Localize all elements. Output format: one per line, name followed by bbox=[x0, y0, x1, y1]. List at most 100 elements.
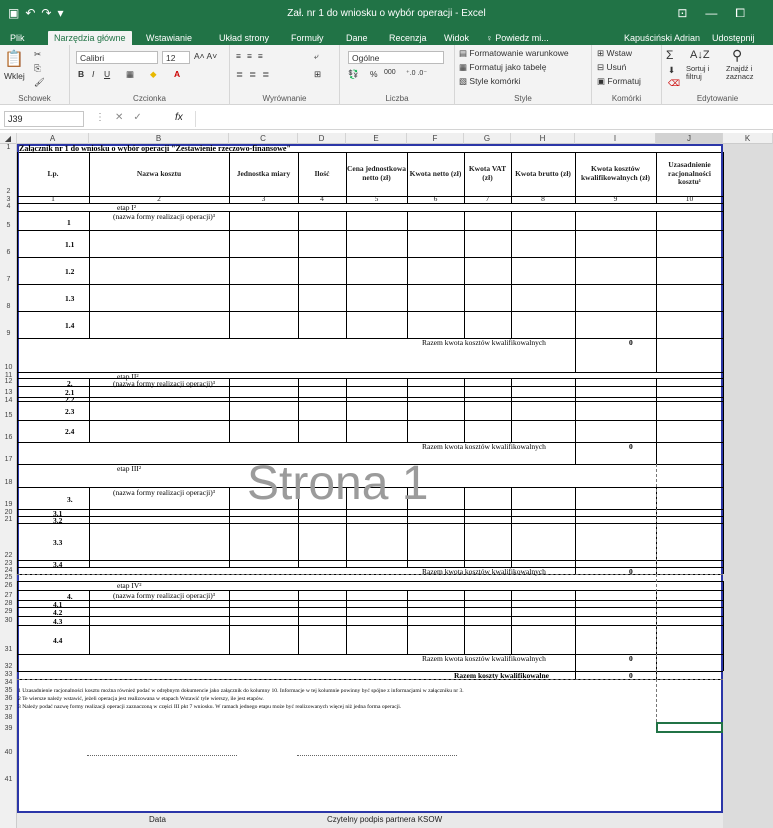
number-format-select[interactable]: Ogólne bbox=[348, 51, 444, 64]
row-header[interactable]: 25 bbox=[0, 574, 17, 581]
column-header-c[interactable]: C bbox=[229, 133, 298, 144]
autosum-icon[interactable]: Σ bbox=[666, 48, 673, 62]
row-header[interactable]: 33 bbox=[0, 671, 17, 678]
currency-icon[interactable]: 💱 bbox=[348, 69, 359, 80]
fx-icon[interactable]: fx bbox=[175, 112, 183, 123]
underline-button[interactable]: U bbox=[104, 69, 110, 79]
row-header[interactable]: 5 bbox=[0, 222, 17, 229]
row-header[interactable]: 1 bbox=[0, 144, 17, 151]
row-header[interactable]: 37 bbox=[0, 705, 17, 712]
copy-icon[interactable]: ⎘ bbox=[34, 63, 41, 74]
fill-color-icon[interactable]: ◆ bbox=[150, 69, 157, 80]
tab-review[interactable]: Recenzja bbox=[383, 31, 433, 45]
wrap-text-icon[interactable]: ⤶ bbox=[314, 51, 319, 62]
row-header[interactable]: 29 bbox=[0, 608, 17, 615]
formula-input[interactable] bbox=[195, 111, 769, 127]
column-header-k[interactable]: K bbox=[723, 133, 773, 144]
grow-font-icon[interactable]: A˄ A˅ bbox=[194, 51, 217, 61]
row-header[interactable]: 40 bbox=[0, 749, 17, 756]
horizontal-align-icons[interactable]: ≣≣≣ bbox=[236, 69, 275, 80]
row-header[interactable]: 14 bbox=[0, 397, 17, 404]
font-color-icon[interactable]: A bbox=[174, 69, 180, 79]
thousands-button[interactable]: 000 bbox=[384, 69, 396, 76]
row-header[interactable]: 23 bbox=[0, 560, 17, 567]
column-header-j[interactable]: J bbox=[656, 133, 723, 144]
merge-icon[interactable]: ⊞ bbox=[314, 69, 321, 80]
row-header[interactable]: 13 bbox=[0, 389, 17, 396]
share-button[interactable]: Udostępnij bbox=[706, 31, 761, 45]
font-name-select[interactable]: Calibri bbox=[76, 51, 158, 64]
column-header-f[interactable]: F bbox=[407, 133, 464, 144]
formula-buttons[interactable]: ⋮✕✓ bbox=[95, 112, 152, 123]
row-header[interactable]: 3 bbox=[0, 196, 17, 203]
select-all-corner[interactable]: ◢ bbox=[0, 133, 17, 144]
row-header[interactable]: 22 bbox=[0, 552, 17, 559]
tab-file[interactable]: Plik bbox=[4, 31, 31, 45]
decimal-icons[interactable]: ⁺.0 .0⁻ bbox=[406, 69, 427, 77]
row-header[interactable]: 24 bbox=[0, 567, 17, 574]
format-table-button[interactable]: ▦ Formatuj jako tabelę bbox=[459, 62, 546, 73]
format-cells-button[interactable]: ▣ Formatuj bbox=[597, 76, 641, 87]
column-header-a[interactable]: A bbox=[17, 133, 89, 144]
clear-icon[interactable]: ⌫ bbox=[668, 78, 680, 89]
paste-icon[interactable]: 📋 bbox=[4, 49, 24, 69]
user-name[interactable]: Kapuściński Adrian bbox=[618, 31, 706, 45]
tab-formulas[interactable]: Formuły bbox=[285, 31, 330, 45]
row-header[interactable]: 4 bbox=[0, 203, 17, 210]
delete-cells-button[interactable]: ⊟ Usuń bbox=[597, 62, 626, 73]
column-header-g[interactable]: G bbox=[464, 133, 511, 144]
row-header[interactable]: 8 bbox=[0, 303, 17, 310]
find-select-icon[interactable]: ⚲ bbox=[732, 47, 742, 64]
row-header[interactable]: 10 bbox=[0, 364, 17, 371]
row-header[interactable]: 26 bbox=[0, 582, 17, 589]
row-header[interactable]: 20 bbox=[0, 509, 17, 516]
italic-button[interactable]: I bbox=[92, 69, 94, 79]
tab-data[interactable]: Dane bbox=[340, 31, 374, 45]
row-header[interactable]: 9 bbox=[0, 330, 17, 337]
row-header[interactable]: 19 bbox=[0, 501, 17, 508]
row-header[interactable]: 17 bbox=[0, 456, 17, 463]
tab-view[interactable]: Widok bbox=[438, 31, 475, 45]
row-header[interactable]: 30 bbox=[0, 617, 17, 624]
paste-button[interactable]: Wklej bbox=[4, 71, 25, 81]
row-header[interactable]: 21 bbox=[0, 516, 17, 523]
borders-icon[interactable]: ▦ bbox=[126, 69, 134, 80]
row-header[interactable]: 12 bbox=[0, 378, 17, 385]
format-painter-icon[interactable]: 🖌 bbox=[34, 77, 45, 88]
tab-tell-me[interactable]: ♀ Powiedz mi... bbox=[480, 31, 555, 45]
cut-icon[interactable]: ✂ bbox=[34, 49, 41, 60]
row-header[interactable]: 28 bbox=[0, 600, 17, 607]
row-header[interactable]: 6 bbox=[0, 249, 17, 256]
row-header[interactable]: 35 bbox=[0, 687, 17, 694]
row-header[interactable]: 32 bbox=[0, 663, 17, 670]
column-header-e[interactable]: E bbox=[346, 133, 407, 144]
row-header[interactable]: 41 bbox=[0, 776, 17, 783]
row-header[interactable]: 39 bbox=[0, 725, 17, 732]
row-header[interactable]: 15 bbox=[0, 412, 17, 419]
row-header[interactable]: 38 bbox=[0, 714, 17, 721]
vertical-align-icons[interactable]: ≡≡≡ bbox=[236, 51, 269, 61]
row-header[interactable]: 27 bbox=[0, 592, 17, 599]
sort-filter-icon[interactable]: A↓Z bbox=[690, 49, 710, 61]
column-header-d[interactable]: D bbox=[298, 133, 346, 144]
sort-filter-button[interactable]: Sortuj i filtruj bbox=[686, 64, 720, 82]
column-header-b[interactable]: B bbox=[89, 133, 229, 144]
selected-cell[interactable] bbox=[656, 722, 723, 733]
row-header[interactable]: 36 bbox=[0, 695, 17, 702]
row-header[interactable]: 16 bbox=[0, 434, 17, 441]
row-header[interactable]: 7 bbox=[0, 276, 17, 283]
tab-home[interactable]: Narzędzia główne bbox=[48, 31, 132, 45]
font-size-select[interactable]: 12 bbox=[162, 51, 190, 64]
column-header-i[interactable]: I bbox=[575, 133, 656, 144]
tab-page-layout[interactable]: Układ strony bbox=[213, 31, 275, 45]
column-header-h[interactable]: H bbox=[511, 133, 575, 144]
name-box[interactable]: J39 bbox=[4, 111, 84, 127]
row-header[interactable]: 34 bbox=[0, 679, 17, 686]
conditional-formatting-button[interactable]: ▤ Formatowanie warunkowe bbox=[459, 48, 569, 59]
percent-button[interactable]: % bbox=[370, 69, 378, 79]
find-select-button[interactable]: Znajdź i zaznacz bbox=[726, 64, 770, 82]
window-controls[interactable]: ⊡—⧠ bbox=[677, 6, 763, 21]
bold-button[interactable]: B bbox=[78, 69, 84, 79]
row-header[interactable]: 31 bbox=[0, 646, 17, 653]
tab-insert[interactable]: Wstawianie bbox=[140, 31, 198, 45]
